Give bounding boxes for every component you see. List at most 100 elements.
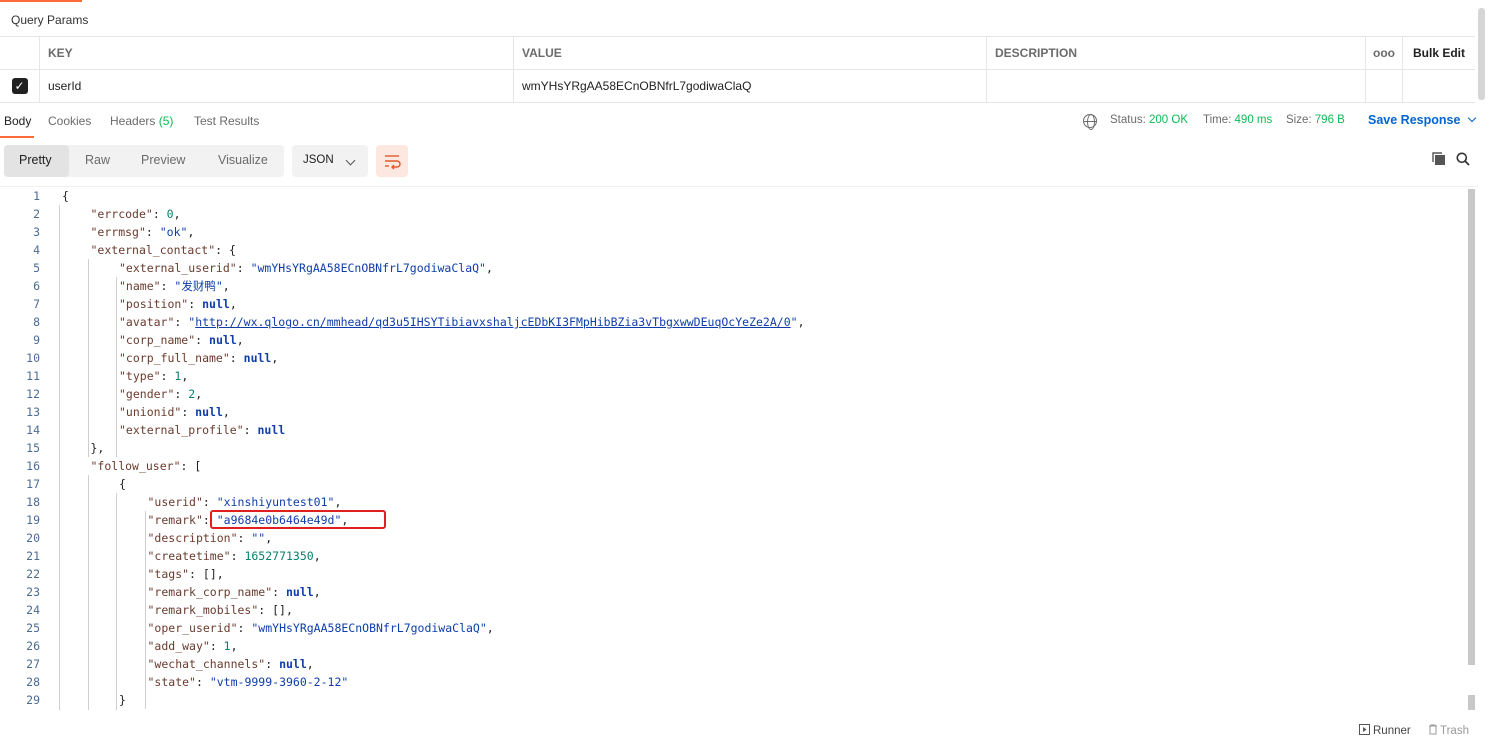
code-token: :	[195, 675, 210, 689]
view-raw[interactable]: Raw	[85, 153, 110, 167]
code-token: 0	[166, 207, 174, 221]
code-line: 8 "avatar": "http://wx.qlogo.cn/mmhead/qd…	[0, 313, 1460, 331]
view-preview[interactable]: Preview	[141, 153, 185, 167]
trash-button[interactable]: Trash	[1428, 724, 1469, 737]
line-number: 23	[26, 585, 40, 599]
line-content: "errmsg": "ok",	[91, 223, 195, 241]
tab-body[interactable]: Body	[4, 114, 31, 128]
code-token: ,	[181, 369, 189, 383]
view-visualize[interactable]: Visualize	[218, 153, 268, 167]
save-response-button[interactable]: Save Response	[1368, 113, 1477, 127]
indent-guide	[59, 205, 60, 710]
param-description-field[interactable]	[987, 70, 1366, 102]
line-number: 15	[26, 441, 40, 455]
line-content: "state": "vtm-9999-3960-2-12"	[148, 673, 349, 691]
code-token: ,	[222, 405, 230, 419]
line-number: 11	[26, 369, 40, 383]
line-content: "remark_mobiles": [],	[148, 601, 293, 619]
tab-cookies[interactable]: Cookies	[48, 114, 91, 128]
code-token: ,	[236, 333, 244, 347]
line-content: "corp_full_name": null,	[119, 349, 278, 367]
code-token: null	[243, 351, 272, 365]
code-token: :	[188, 297, 203, 311]
line-content: }	[119, 691, 126, 709]
line-content: },	[91, 439, 105, 457]
line-number: 26	[26, 639, 40, 653]
line-content: "description": "",	[148, 529, 273, 547]
code-token: : [],	[258, 603, 293, 617]
runner-button[interactable]: Runner	[1359, 724, 1411, 737]
tab-headers[interactable]: Headers (5)	[110, 114, 173, 128]
code-line: 23 "remark_corp_name": null,	[0, 583, 1460, 601]
line-number: 12	[26, 387, 40, 401]
param-checkbox-cell: ✓	[0, 70, 40, 102]
active-tab-indicator	[0, 136, 34, 138]
code-line: 13 "unionid": null,	[0, 403, 1460, 421]
line-content: "position": null,	[119, 295, 237, 313]
tab-headers-label: Headers	[110, 114, 156, 128]
wrap-lines-button[interactable]	[376, 145, 408, 177]
editor-scrollbar-thumb[interactable]	[1468, 189, 1475, 665]
code-token: :	[229, 351, 244, 365]
code-token: "avatar"	[119, 315, 175, 329]
search-icon[interactable]	[1456, 152, 1470, 166]
code-line: 5 "external_userid": "wmYHsYRgAA58ECnOBNf…	[0, 259, 1460, 277]
time-value: 490 ms	[1234, 114, 1273, 126]
code-line: 7 "position": null,	[0, 295, 1460, 313]
tab-test-results[interactable]: Test Results	[194, 114, 259, 128]
header-value: VALUE	[514, 37, 987, 69]
code-token: "wechat_channels"	[147, 657, 266, 671]
code-line: 17 {	[0, 475, 1460, 493]
copy-icon[interactable]	[1432, 152, 1446, 166]
code-line: 6 "name": "发财鸭",	[0, 277, 1460, 295]
line-content: "follow_user": [	[91, 457, 202, 475]
code-token[interactable]: http://wx.qlogo.cn/mmhead/qd3u5IHSYTibia…	[195, 315, 790, 329]
code-token: "createtime"	[147, 549, 231, 563]
format-select[interactable]: JSON	[292, 145, 368, 177]
response-body-editor[interactable]: 1{2 "errcode": 0, 3 "errmsg": "ok", 4 "extern…	[0, 186, 1478, 710]
line-content: "errcode": 0,	[91, 205, 181, 223]
code-token: "remark_mobiles"	[147, 603, 259, 617]
code-token: "corp_name"	[119, 333, 196, 347]
param-checkbox[interactable]: ✓	[11, 78, 28, 94]
code-line: 1{	[0, 187, 1460, 205]
line-content: "userid": "xinshiyuntest01",	[148, 493, 342, 511]
code-token: "tags"	[147, 567, 190, 581]
code-token: {	[119, 477, 126, 491]
status-value: 200 OK	[1149, 114, 1189, 126]
bulk-edit-button[interactable]: Bulk Edit	[1403, 37, 1475, 69]
code-line: 20 "description": "",	[0, 529, 1460, 547]
code-token: ,	[485, 261, 493, 275]
params-header-row: KEY VALUE DESCRIPTION ooo Bulk Edit	[0, 37, 1475, 70]
view-mode-segmented-control: Pretty Raw Preview Visualize	[4, 145, 284, 177]
code-token: 1652771350	[244, 549, 314, 563]
indent-guide	[87, 259, 89, 457]
query-params-title[interactable]: Query Params	[11, 13, 88, 27]
indent-guide	[116, 277, 117, 457]
view-pretty[interactable]: Pretty	[19, 153, 52, 167]
code-token: ,	[334, 495, 342, 509]
status-indicator[interactable]: Status: 200 OK	[1110, 114, 1188, 126]
line-content: "type": 1,	[119, 367, 188, 385]
more-options-icon[interactable]: ooo	[1366, 37, 1403, 69]
time-indicator[interactable]: Time: 490 ms	[1203, 114, 1272, 126]
globe-icon[interactable]	[1083, 114, 1097, 130]
line-number: 29	[26, 693, 40, 707]
query-params-tab-indicator	[0, 0, 82, 2]
code-line: 9 "corp_name": null,	[0, 331, 1460, 349]
code-token: "vtm-9999-3960-2-12"	[209, 675, 349, 689]
code-token: ,	[306, 657, 314, 671]
code-token: "external_profile"	[119, 423, 244, 437]
param-value-field[interactable]: wmYHsYRgAA58ECnOBNfrL7godiwaClaQ	[514, 70, 987, 102]
status-label: Status:	[1110, 114, 1146, 126]
code-token: ,	[173, 207, 181, 221]
code-token: "name"	[119, 279, 161, 293]
code-token: "corp_full_name"	[119, 351, 230, 365]
line-content: "createtime": 1652771350,	[148, 547, 321, 565]
param-key-field[interactable]: userId	[40, 70, 514, 102]
line-number: 7	[33, 297, 40, 311]
size-indicator[interactable]: Size: 796 B	[1286, 114, 1345, 126]
params-scrollbar[interactable]	[1478, 8, 1485, 100]
line-number: 17	[26, 477, 40, 491]
code-token: "gender"	[119, 387, 175, 401]
